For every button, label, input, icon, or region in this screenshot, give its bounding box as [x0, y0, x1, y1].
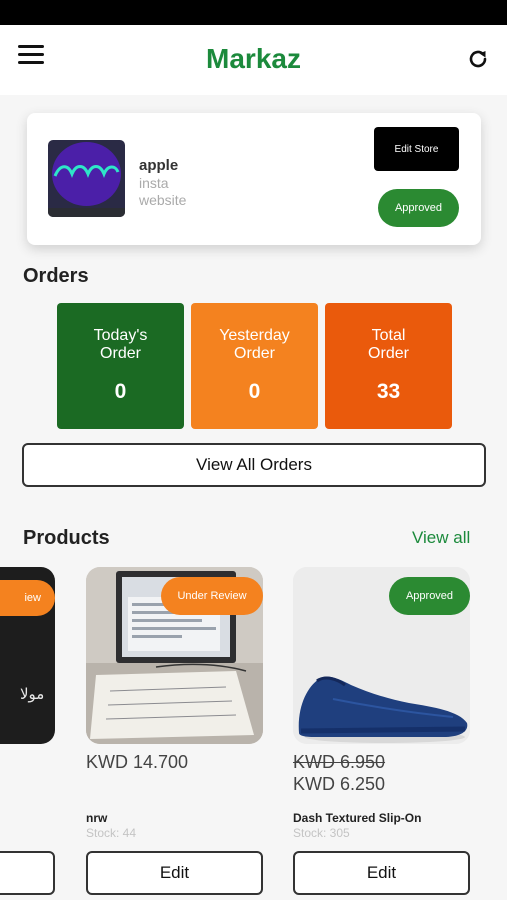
product-price: KWD 14.700: [86, 752, 189, 772]
product-status-badge: Under Review: [161, 577, 263, 615]
products-section-title: Products: [23, 527, 110, 549]
yesterday-order-label: Yesterday Order: [219, 327, 290, 362]
view-all-products-link[interactable]: View all: [412, 528, 470, 548]
app-title: Markaz: [206, 43, 301, 74]
edit-product-button[interactable]: Edit: [86, 851, 263, 895]
refresh-icon[interactable]: [466, 47, 490, 71]
yesterday-order-card[interactable]: Yesterday Order 0: [191, 303, 318, 429]
today-order-card[interactable]: Today's Order 0: [57, 303, 184, 429]
store-logo: [48, 140, 125, 217]
store-subtitle: insta: [139, 175, 169, 191]
yesterday-order-count: 0: [248, 380, 261, 403]
view-all-orders-button[interactable]: View All Orders: [22, 443, 486, 487]
total-order-count: 33: [376, 380, 401, 403]
product-stock: Stock: 44: [86, 826, 137, 840]
store-name: apple: [139, 157, 179, 174]
product-status-badge: Approved: [389, 577, 470, 615]
total-order-label: Total Order: [368, 327, 409, 362]
store-card: apple insta website Edit Store Approved: [27, 113, 481, 245]
orders-section-title: Orders: [23, 265, 89, 287]
edit-product-button[interactable]: Edit: [293, 851, 470, 895]
product-name: nrw: [86, 811, 108, 825]
product-image-laptop[interactable]: Under Review: [86, 567, 263, 744]
store-website: website: [139, 192, 187, 208]
edit-store-button[interactable]: Edit Store: [374, 127, 459, 171]
product-status-badge-partial: iew: [0, 580, 55, 616]
product-old-price: KWD 6.950: [293, 752, 386, 772]
product-image-shoe[interactable]: Approved: [293, 567, 470, 744]
product-name: Dash Textured Slip-On: [293, 811, 422, 825]
app-header: Markaz: [0, 25, 507, 95]
today-order-label: Today's Order: [93, 327, 148, 362]
product-image-partial[interactable]: iew مولا: [0, 567, 55, 744]
store-status-badge: Approved: [378, 189, 459, 227]
product-image-text-partial: مولا: [20, 686, 45, 703]
status-bar: [0, 0, 507, 25]
edit-product-button-partial[interactable]: [0, 851, 55, 895]
today-order-count: 0: [114, 380, 127, 403]
total-order-card[interactable]: Total Order 33: [325, 303, 452, 429]
product-price: KWD 6.250: [293, 774, 386, 794]
product-stock: Stock: 305: [293, 826, 350, 840]
